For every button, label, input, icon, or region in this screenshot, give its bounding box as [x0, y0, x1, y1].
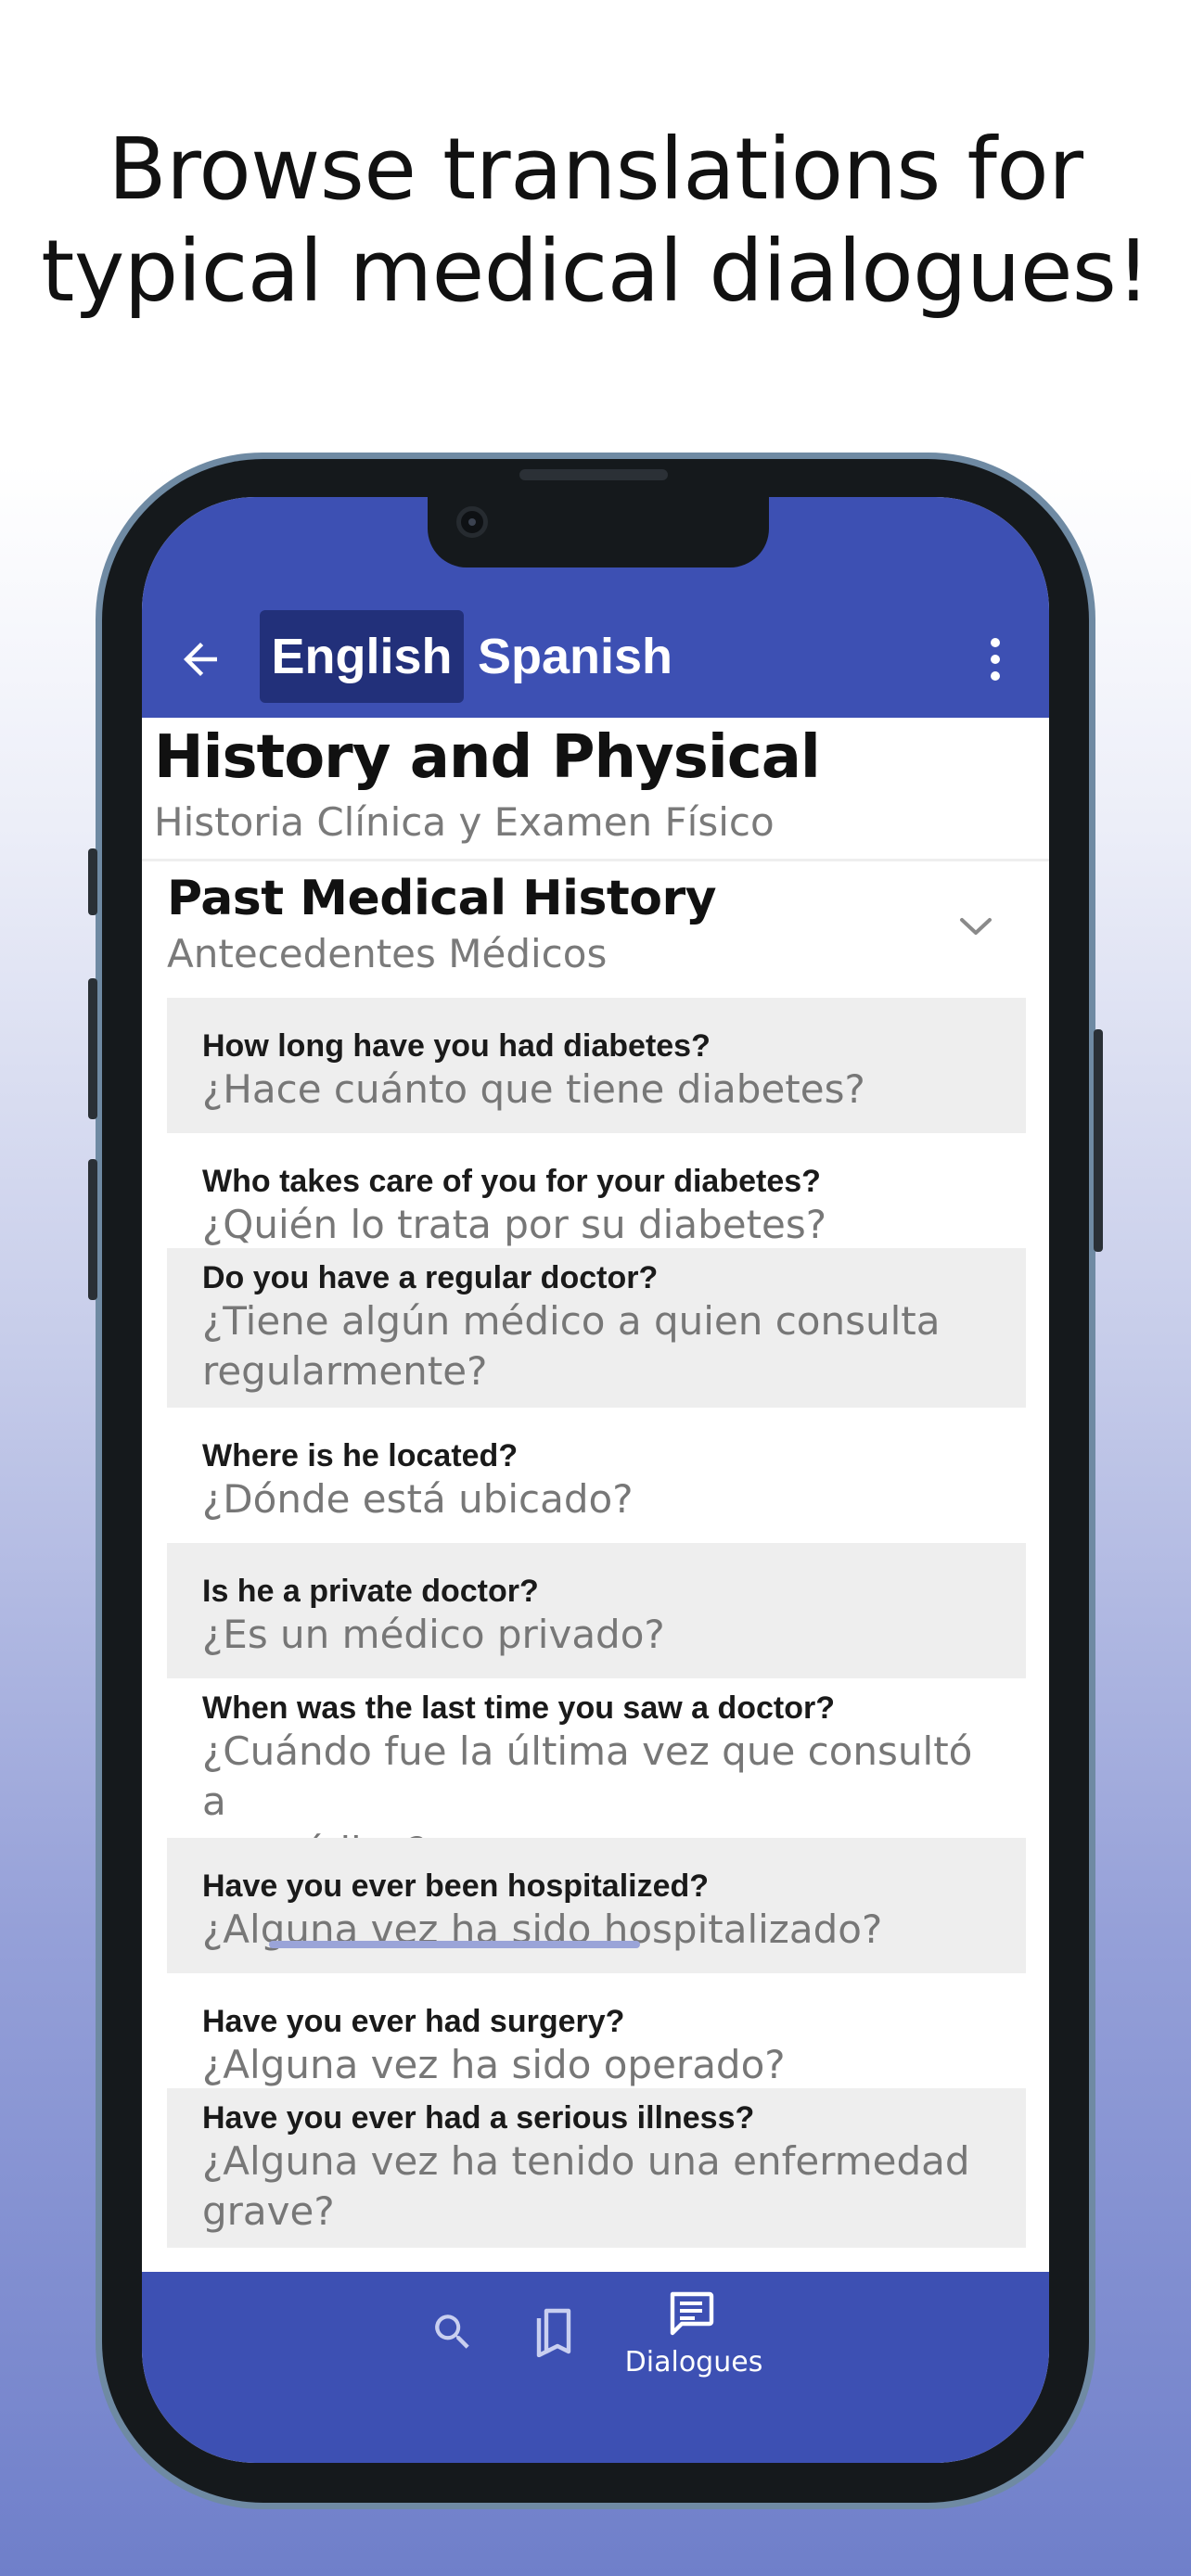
home-indicator[interactable]	[269, 1941, 640, 1948]
english-phrase: When was the last time you saw a doctor?	[202, 1690, 836, 1726]
phone-screen: English Spanish History and Physical His…	[142, 497, 1049, 2463]
dialogues-icon[interactable]	[667, 2290, 715, 2337]
page-title: History and Physical	[154, 723, 821, 792]
phone-speaker	[519, 469, 668, 480]
spanish-translation: ¿Tiene algún médico a quien consulta	[202, 1298, 941, 1344]
english-phrase: How long have you had diabetes?	[202, 1028, 711, 1064]
divider	[142, 859, 1049, 861]
spanish-translation-cont: grave?	[202, 2188, 335, 2234]
marketing-headline: Browse translations for typical medical …	[0, 119, 1191, 323]
list-item[interactable]: Is he a private doctor? ¿Es un médico pr…	[167, 1543, 1026, 1678]
dialogue-list: How long have you had diabetes? ¿Hace cu…	[167, 998, 1026, 2324]
camera-icon	[456, 506, 488, 538]
nav-dialogues-label[interactable]: Dialogues	[624, 2346, 763, 2378]
list-item[interactable]: How long have you had diabetes? ¿Hace cu…	[167, 998, 1026, 1133]
english-phrase: Is he a private doctor?	[202, 1574, 539, 1609]
spanish-translation: ¿Es un médico privado?	[202, 1612, 665, 1657]
phone-side-button	[88, 848, 97, 915]
headline-line-1: Browse translations for	[108, 120, 1083, 219]
english-phrase: Where is he located?	[202, 1438, 519, 1473]
tab-spanish[interactable]: Spanish	[478, 610, 682, 703]
section-title[interactable]: Past Medical History	[167, 871, 717, 926]
english-phrase: Have you ever been hospitalized?	[202, 1868, 710, 1904]
english-phrase: Who takes care of you for your diabetes?	[202, 1164, 821, 1199]
phone-power-button	[1094, 1029, 1103, 1252]
bookmarks-icon[interactable]	[531, 2305, 576, 2358]
list-item[interactable]: Have you ever had a serious illness? ¿Al…	[167, 2088, 1026, 2248]
headline-line-2: typical medical dialogues!	[41, 222, 1150, 321]
list-item[interactable]: When was the last time you saw a doctor?…	[167, 1678, 1026, 1874]
spanish-translation-cont: regularmente?	[202, 1348, 488, 1394]
page-subtitle: Historia Clínica y Examen Físico	[154, 799, 775, 845]
spanish-translation: ¿Dónde está ubicado?	[202, 1476, 634, 1522]
spanish-translation: ¿Cuándo fue la última vez que consultó a	[202, 1728, 973, 1824]
list-item[interactable]: Have you ever had surgery? ¿Alguna vez h…	[167, 1973, 1026, 2088]
bottom-navigation: Dialogues	[142, 2272, 1049, 2463]
list-item[interactable]: Have you ever been hospitalized? ¿Alguna…	[167, 1838, 1026, 1973]
spanish-translation: ¿Quién lo trata por su diabetes?	[202, 1202, 827, 1247]
section-subtitle: Antecedentes Médicos	[167, 931, 608, 976]
search-icon[interactable]	[429, 2309, 476, 2355]
list-item[interactable]: Who takes care of you for your diabetes?…	[167, 1133, 1026, 1248]
english-phrase: Do you have a regular doctor?	[202, 1260, 659, 1295]
list-item[interactable]: Where is he located? ¿Dónde está ubicado…	[167, 1408, 1026, 1543]
chevron-down-icon[interactable]	[956, 912, 995, 940]
list-item[interactable]: Do you have a regular doctor? ¿Tiene alg…	[167, 1248, 1026, 1408]
arrow-left-icon[interactable]	[175, 634, 225, 684]
phone-volume-up-button	[88, 978, 97, 1119]
phone-volume-down-button	[88, 1159, 97, 1300]
english-phrase: Have you ever had surgery?	[202, 2004, 625, 2039]
spanish-translation: ¿Alguna vez ha sido operado?	[202, 2042, 786, 2087]
tab-english[interactable]: English	[260, 610, 464, 703]
spanish-translation: ¿Hace cuánto que tiene diabetes?	[202, 1066, 865, 1112]
spanish-translation: ¿Alguna vez ha tenido una enfermedad	[202, 2138, 970, 2184]
more-vertical-icon[interactable]	[986, 634, 1005, 684]
english-phrase: Have you ever had a serious illness?	[202, 2100, 755, 2136]
